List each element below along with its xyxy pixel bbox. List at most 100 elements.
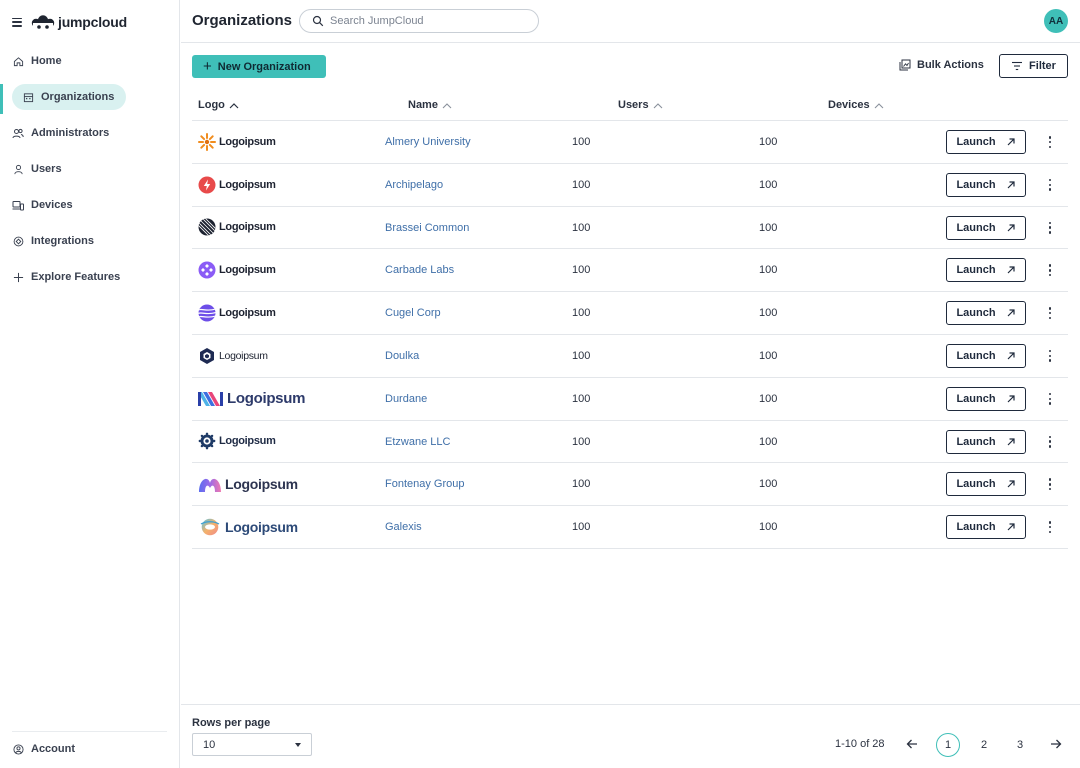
launch-button[interactable]: Launch [946, 515, 1026, 540]
more-options-icon[interactable] [1044, 392, 1056, 406]
brand-name: jumpcloud [58, 14, 127, 30]
org-logo: Logoipsum [198, 164, 276, 206]
more-options-icon[interactable] [1044, 306, 1056, 320]
launch-label: Launch [956, 435, 996, 448]
column-header-logo[interactable]: Logo [198, 99, 239, 111]
bulk-actions-label: Bulk Actions [917, 59, 984, 71]
column-header-label: Name [408, 99, 438, 111]
sidebar-item-label: Devices [31, 199, 73, 211]
account-label: Account [31, 743, 75, 755]
launch-label: Launch [956, 178, 996, 191]
users-count: 100 [572, 435, 591, 448]
new-organization-button[interactable]: + New Organization [192, 55, 326, 78]
more-options-icon[interactable] [1044, 520, 1056, 534]
more-options-icon[interactable] [1044, 135, 1056, 149]
page-title: Organizations [192, 12, 293, 29]
org-name-link[interactable]: Archipelago [385, 179, 443, 191]
org-name-link[interactable]: Almery University [385, 136, 471, 148]
home-icon [12, 55, 24, 67]
sidebar-item-explore-features[interactable]: Explore Features [12, 264, 120, 290]
avatar[interactable]: AA [1044, 9, 1068, 33]
sidebar-item-home[interactable]: Home [12, 48, 62, 74]
devices-count: 100 [759, 178, 778, 191]
sidebar-item-integrations[interactable]: Integrations [12, 228, 94, 254]
sidebar-item-devices[interactable]: Devices [12, 192, 73, 218]
arrow-right-icon[interactable] [1049, 737, 1063, 751]
devices-count: 100 [759, 221, 778, 234]
active-indicator [0, 84, 3, 114]
launch-button[interactable]: Launch [946, 386, 1026, 411]
launch-button[interactable]: Launch [946, 429, 1026, 454]
users-count: 100 [572, 264, 591, 277]
page-2-button[interactable]: 2 [972, 733, 996, 757]
top-bar: Organizations AA [181, 0, 1080, 43]
more-options-icon[interactable] [1044, 435, 1056, 449]
sidebar-item-label: Home [31, 55, 62, 67]
arrow-left-icon[interactable] [905, 737, 919, 751]
new-organization-label: New Organization [217, 60, 311, 73]
search-box[interactable] [299, 9, 539, 33]
sidebar-item-organizations[interactable]: Organizations [12, 84, 126, 110]
table-row: Logoipsum Carbade Labs 100 100 Launch [192, 249, 1068, 293]
logo-text: Logoipsum [219, 349, 268, 362]
search-icon [312, 15, 324, 27]
gear-logo-icon [198, 432, 216, 450]
launch-button[interactable]: Launch [946, 472, 1026, 497]
more-options-icon[interactable] [1044, 221, 1056, 235]
external-link-icon [1007, 352, 1015, 360]
integrations-icon [12, 235, 24, 247]
org-name-link[interactable]: Galexis [385, 521, 422, 533]
search-input[interactable] [330, 15, 520, 27]
org-name-link[interactable]: Doulka [385, 350, 419, 362]
launch-button[interactable]: Launch [946, 215, 1026, 240]
striped-circle-logo-icon [198, 218, 216, 236]
rows-per-page-select[interactable]: 10 [192, 733, 312, 756]
menu-icon[interactable] [12, 17, 22, 27]
stripes-logo-icon [198, 391, 224, 407]
waves-logo-icon [198, 304, 216, 322]
filter-button[interactable]: Filter [999, 54, 1068, 78]
sidebar-item-administrators[interactable]: Administrators [12, 120, 109, 146]
org-logo: Logoipsum [198, 207, 276, 249]
sidebar-item-label: Integrations [31, 235, 94, 247]
launch-button[interactable]: Launch [946, 258, 1026, 283]
bulk-actions-button[interactable]: Bulk Actions [899, 59, 984, 71]
devices-count: 100 [759, 478, 778, 491]
org-name-link[interactable]: Fontenay Group [385, 478, 465, 490]
account-icon [12, 743, 24, 755]
column-header-name[interactable]: Name [408, 99, 452, 111]
users-count: 100 [572, 478, 591, 491]
plus-icon [12, 271, 24, 283]
org-name-link[interactable]: Durdane [385, 393, 427, 405]
org-name-link[interactable]: Cugel Corp [385, 307, 441, 319]
org-name-link[interactable]: Etzwane LLC [385, 436, 450, 448]
devices-count: 100 [759, 136, 778, 148]
external-link-icon [1007, 395, 1015, 403]
column-header-users[interactable]: Users [618, 99, 663, 111]
more-options-icon[interactable] [1044, 477, 1056, 491]
launch-button[interactable]: Launch [946, 172, 1026, 197]
more-options-icon[interactable] [1044, 263, 1056, 277]
external-link-icon [1007, 480, 1015, 488]
sidebar-item-users[interactable]: Users [12, 156, 62, 182]
launch-label: Launch [956, 221, 996, 234]
org-name-link[interactable]: Brassei Common [385, 222, 469, 234]
more-options-icon[interactable] [1044, 349, 1056, 363]
launch-label: Launch [956, 392, 996, 405]
divider [12, 731, 167, 732]
table-row: Logoipsum Almery University 100 100 Laun… [192, 121, 1068, 164]
devices-icon [12, 199, 24, 211]
launch-button[interactable]: Launch [946, 343, 1026, 368]
plus-icon: + [203, 58, 212, 75]
column-header-devices[interactable]: Devices [828, 99, 884, 111]
page-1-button[interactable]: 1 [936, 733, 960, 757]
logo-text: Logoipsum [219, 135, 276, 148]
logo-text: Logoipsum [219, 264, 276, 277]
more-options-icon[interactable] [1044, 178, 1056, 192]
launch-button[interactable]: Launch [946, 301, 1026, 326]
sidebar: jumpcloud Home Organizations Administrat… [0, 0, 180, 768]
sidebar-item-account[interactable]: Account [12, 736, 75, 762]
page-3-button[interactable]: 3 [1008, 733, 1032, 757]
launch-button[interactable]: Launch [946, 130, 1026, 154]
org-name-link[interactable]: Carbade Labs [385, 264, 454, 276]
